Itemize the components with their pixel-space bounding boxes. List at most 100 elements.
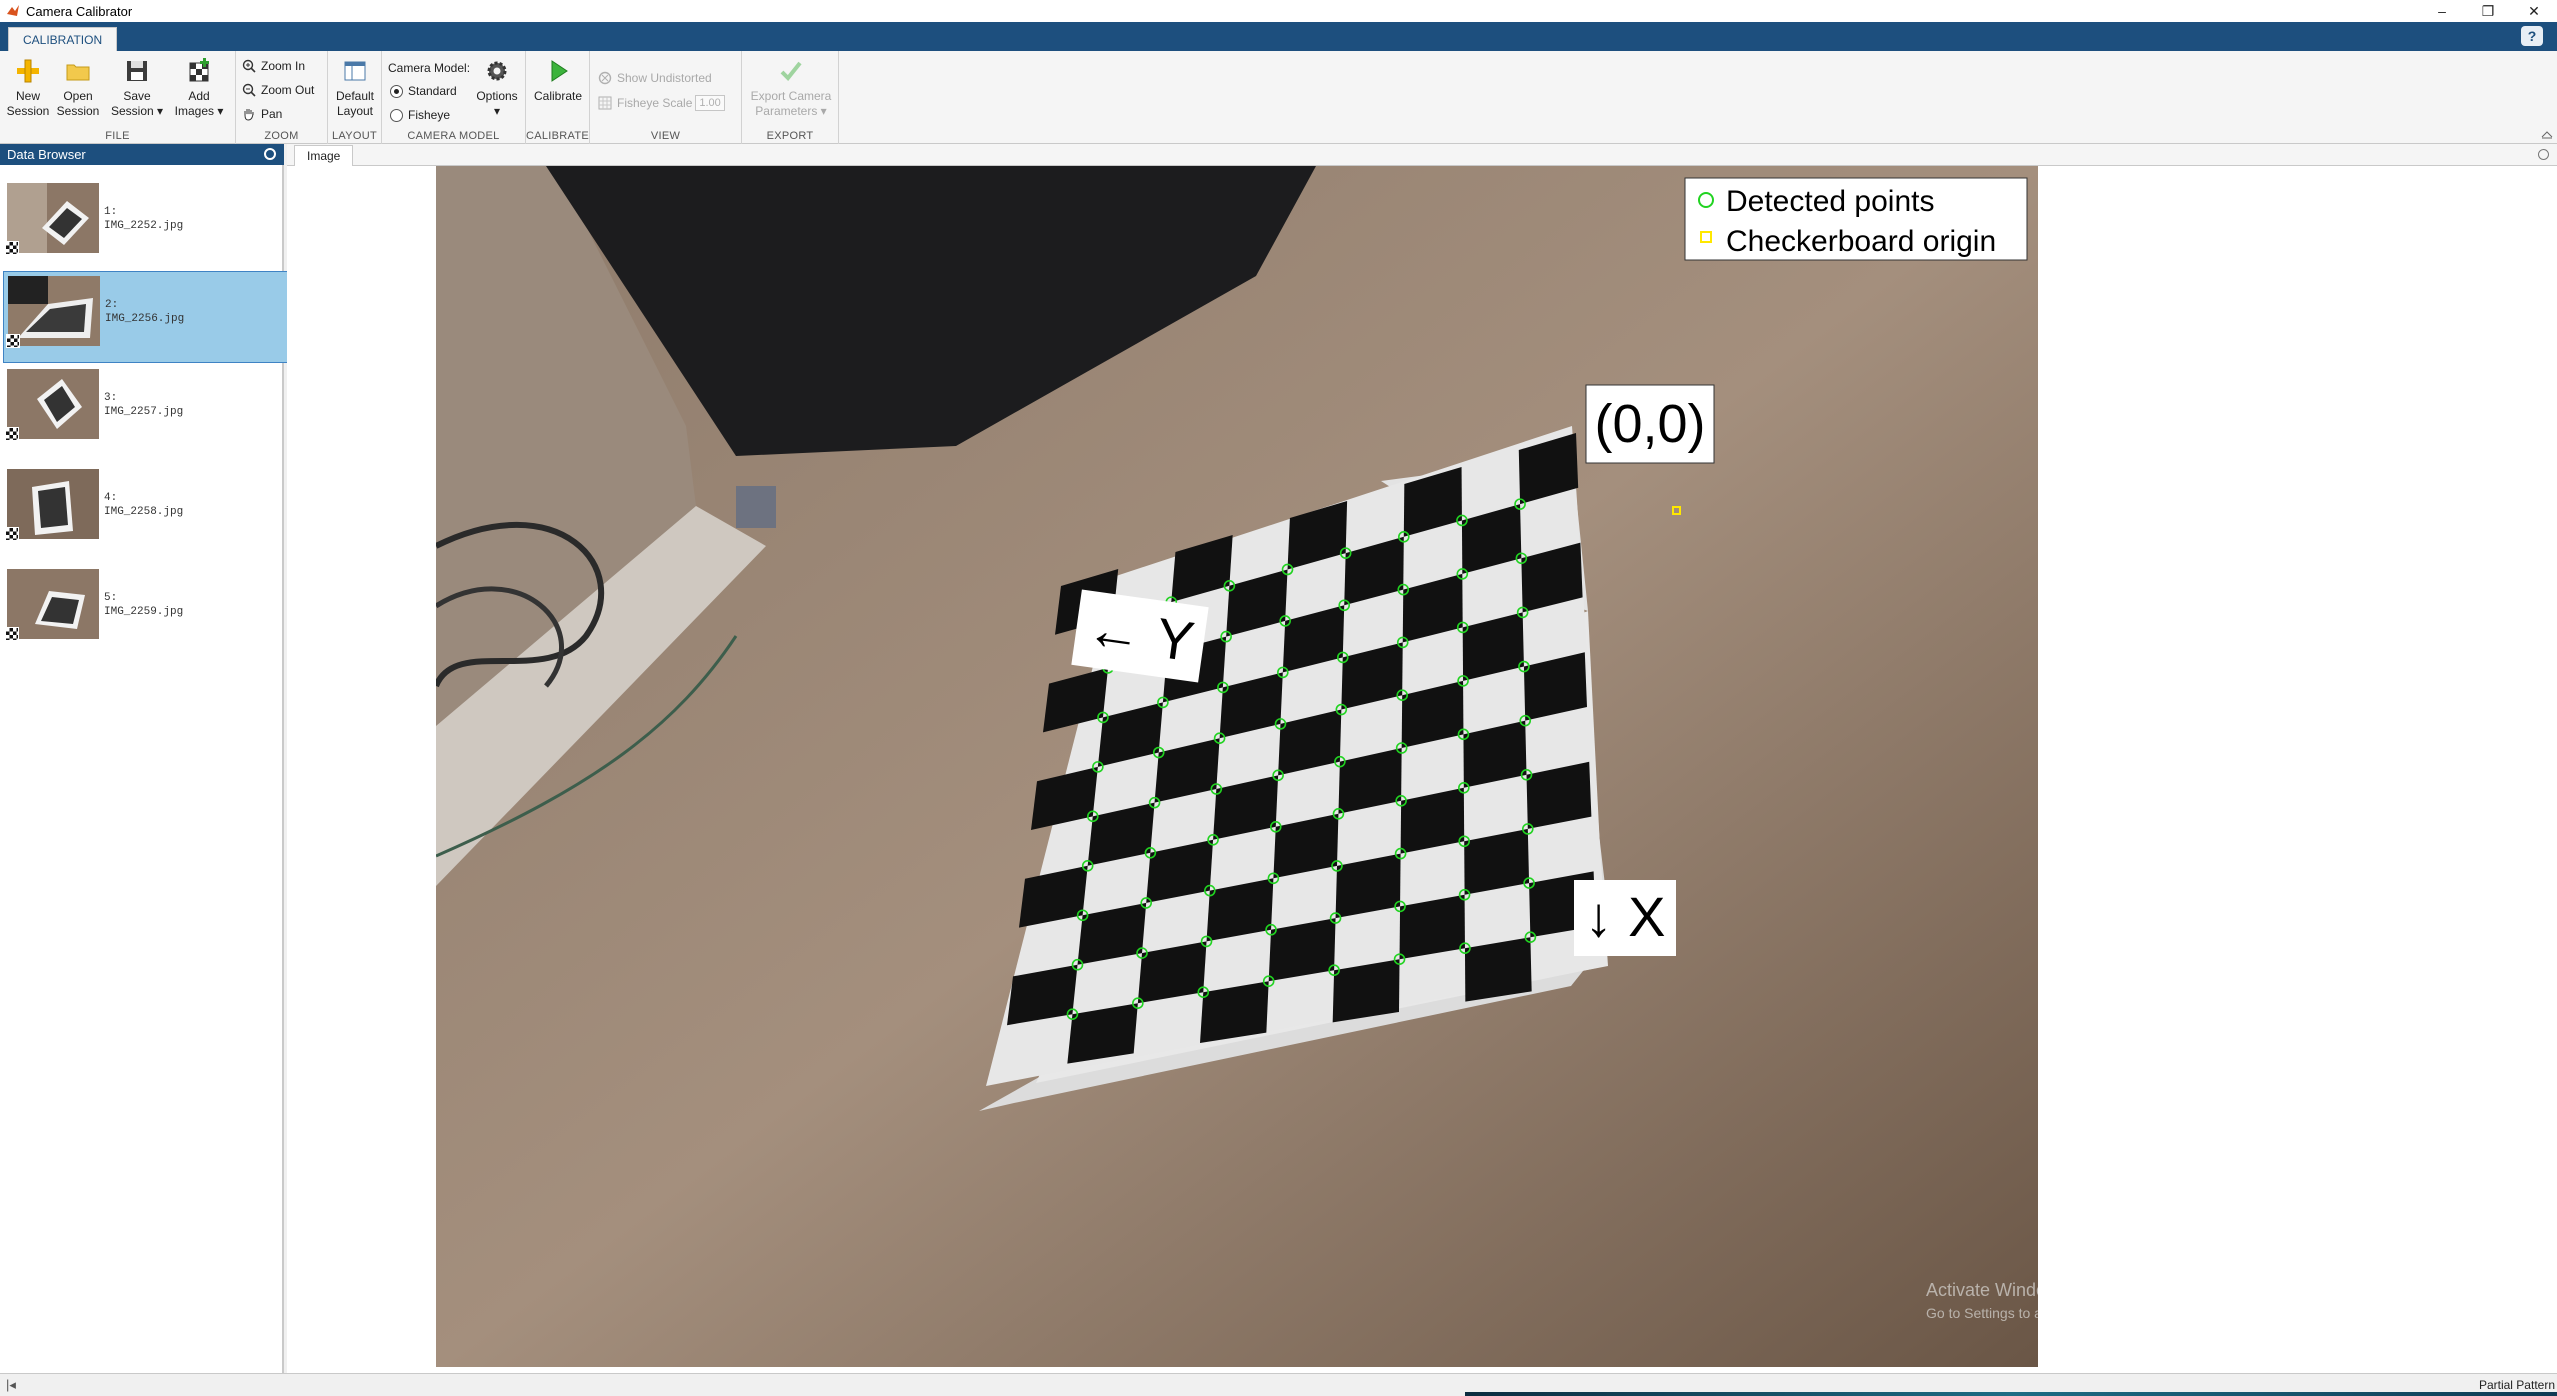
image-tab-strip: Image — [287, 144, 2557, 166]
show-undistorted-button[interactable]: Show Undistorted — [598, 71, 712, 85]
options-label: Options ▾ — [476, 89, 518, 118]
close-panel-icon[interactable] — [2538, 149, 2549, 160]
pan-label: Pan — [261, 107, 283, 121]
first-frame-icon[interactable]: |◂ — [6, 1377, 16, 1393]
close-panel-icon[interactable] — [264, 148, 276, 160]
origin-label: (0,0) — [1585, 384, 1715, 464]
export-parameters-label: Export Camera Parameters ▾ — [750, 89, 832, 118]
svg-text:Go to Settings to activate Win: Go to Settings to activate Windows. — [1926, 1305, 2038, 1321]
help-button[interactable]: ? — [2521, 26, 2543, 46]
status-text: Partial Pattern — [2478, 1378, 2555, 1392]
status-progress-strip — [1465, 1392, 2557, 1396]
layout-icon — [344, 61, 366, 81]
fisheye-scale-spinner[interactable]: 1.00 — [695, 95, 726, 111]
legend-detected-points: Detected points — [1726, 185, 1934, 218]
status-icon — [5, 241, 19, 255]
thumbnail-image — [7, 369, 99, 439]
matlab-app-icon — [7, 5, 19, 16]
export-section-label: EXPORT — [766, 130, 814, 142]
zoom-section-label: ZOOM — [264, 130, 299, 142]
layout-section-label: LAYOUT — [332, 130, 377, 142]
image-thumbnail — [7, 183, 99, 253]
floppy-disk-icon — [127, 61, 147, 81]
fisheye-scale-label: Fisheye Scale — [617, 96, 693, 110]
close-button[interactable]: ✕ — [2511, 0, 2557, 22]
checkerboard-square — [1464, 937, 1532, 1002]
data-browser-header: Data Browser — [0, 144, 284, 165]
calibrate-button[interactable]: Calibrate — [533, 57, 583, 104]
item-label: 5: IMG_2259.jpg — [104, 592, 184, 618]
image-thumbnail — [7, 369, 99, 439]
radio-selected-icon — [390, 84, 403, 98]
add-images-button[interactable]: Add Images ▾ — [172, 57, 226, 119]
window-title: Camera Calibrator — [26, 3, 133, 19]
svg-text:Activate Windows: Activate Windows — [1926, 1280, 2038, 1300]
export-section: Export Camera Parameters ▾ EXPORT — [742, 51, 839, 144]
data-browser-title: Data Browser — [7, 147, 86, 162]
image-thumbnail — [7, 469, 99, 539]
restore-button[interactable]: ❐ — [2465, 0, 2511, 22]
open-session-button[interactable]: Open Session — [56, 57, 100, 119]
zoom-out-button[interactable]: Zoom Out — [242, 83, 314, 97]
standard-radio[interactable]: Standard — [390, 84, 457, 98]
new-session-label: New Session — [6, 89, 50, 118]
view-section: Show Undistorted Fisheye Scale 1.00 VIEW — [590, 51, 742, 144]
status-icon — [5, 527, 19, 541]
fisheye-scale-control[interactable]: Fisheye Scale 1.00 — [598, 95, 726, 111]
camera-model-section: Camera Model: Standard Fisheye Options ▾… — [382, 51, 526, 144]
calibrate-section-label: CALIBRATE — [526, 130, 590, 142]
thumbnail-image — [8, 276, 100, 346]
thumbnail-image — [7, 469, 99, 539]
calibrate-section: Calibrate CALIBRATE — [526, 51, 590, 144]
item-label: 3: IMG_2257.jpg — [104, 392, 184, 418]
fisheye-scale-icon — [598, 96, 612, 110]
new-session-icon — [17, 59, 39, 83]
status-icon — [5, 627, 19, 641]
item-label: 1: IMG_2252.jpg — [104, 206, 184, 232]
export-parameters-button[interactable]: Export Camera Parameters ▾ — [748, 57, 834, 119]
open-session-label: Open Session — [56, 89, 100, 118]
thumbnail-image — [7, 183, 99, 253]
collapse-toolstrip-icon[interactable] — [2541, 129, 2553, 139]
calibration-image[interactable]: (0,0) ← Y ↓ X Detected points Checkerboa… — [436, 166, 2038, 1367]
view-section-label: VIEW — [650, 130, 681, 142]
new-session-button[interactable]: New Session — [6, 57, 50, 119]
zoom-out-icon — [242, 83, 256, 97]
add-images-label: Add Images ▾ — [174, 89, 224, 118]
pan-button[interactable]: Pan — [242, 107, 282, 121]
status-icon — [6, 334, 20, 348]
show-undistorted-label: Show Undistorted — [617, 71, 712, 85]
layout-section: Default Layout LAYOUT — [328, 51, 382, 144]
image-thumbnail — [8, 276, 100, 346]
status-icon — [5, 427, 19, 441]
zoom-in-label: Zoom In — [261, 59, 306, 73]
standard-label: Standard — [408, 84, 457, 98]
zoom-in-button[interactable]: Zoom In — [242, 59, 305, 73]
save-session-label: Save Session ▾ — [110, 89, 164, 118]
zoom-out-label: Zoom Out — [261, 83, 315, 97]
options-button[interactable]: Options ▾ — [474, 57, 520, 119]
window-titlebar: Camera Calibrator – ❐ ✕ — [0, 0, 2557, 22]
default-layout-button[interactable]: Default Layout — [334, 57, 376, 119]
play-icon — [551, 60, 568, 82]
toolstrip: New Session Open Session Save Session ▾ … — [0, 51, 2557, 144]
undistort-icon — [598, 71, 612, 85]
legend-checkerboard-origin: Checkerboard origin — [1726, 225, 1996, 258]
calibrate-label: Calibrate — [533, 89, 583, 103]
tab-image[interactable]: Image — [294, 145, 354, 166]
camera-model-section-label: CAMERA MODEL — [407, 130, 500, 142]
svg-text:(0,0): (0,0) — [1594, 394, 1705, 454]
camera-model-heading: Camera Model: — [388, 61, 471, 75]
image-panel: (0,0) ← Y ↓ X Detected points Checkerboa… — [287, 166, 2557, 1373]
save-session-button[interactable]: Save Session ▾ — [110, 57, 164, 119]
zoom-section: Zoom In Zoom Out Pan ZOOM — [236, 51, 328, 144]
fisheye-radio[interactable]: Fisheye — [390, 108, 450, 122]
data-browser-list: 1: IMG_2252.jpg 2: IMG_2256.jpg 3: IMG_2257… — [0, 165, 455, 1373]
image-thumbnail — [7, 569, 99, 639]
add-images-icon — [189, 58, 209, 82]
minimize-button[interactable]: – — [2419, 0, 2465, 22]
tab-calibration[interactable]: CALIBRATION — [8, 27, 118, 51]
file-section: New Session Open Session Save Session ▾ … — [0, 51, 236, 144]
checkmark-icon — [780, 61, 802, 81]
default-layout-label: Default Layout — [335, 89, 375, 118]
